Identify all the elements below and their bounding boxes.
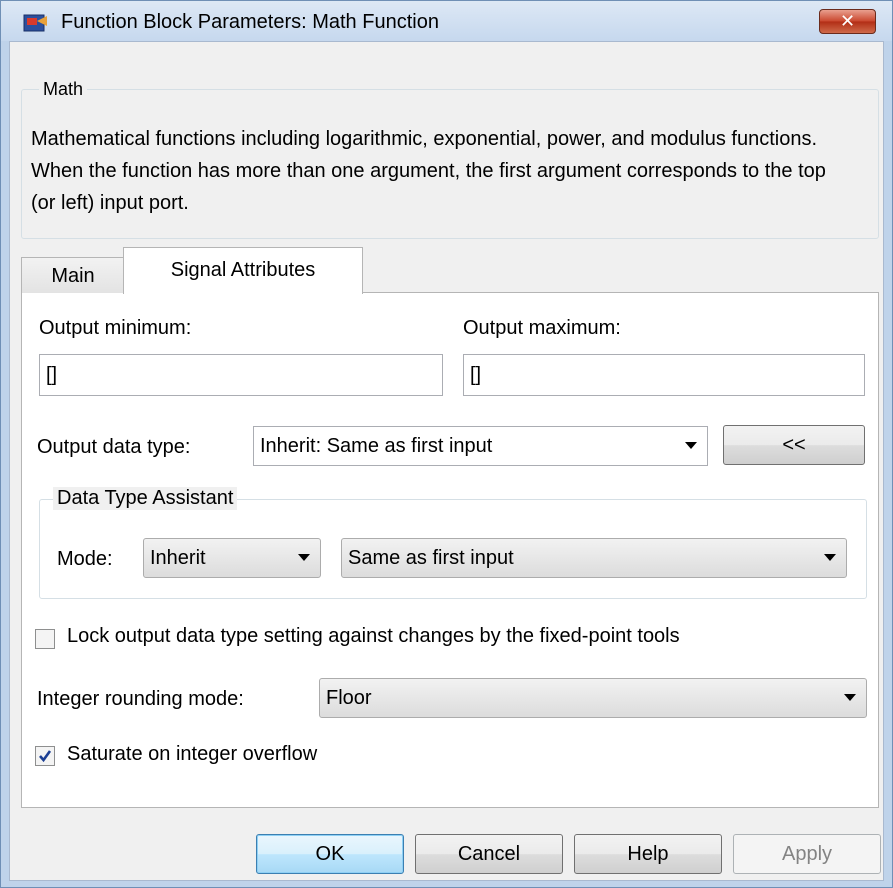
output-minimum-input[interactable] bbox=[39, 354, 443, 396]
output-maximum-input[interactable] bbox=[463, 354, 865, 396]
chevron-down-icon bbox=[824, 554, 836, 561]
dialog-window: Function Block Parameters: Math Function… bbox=[0, 0, 893, 888]
tab-signal-attributes[interactable]: Signal Attributes bbox=[123, 247, 363, 294]
saturate-overflow-checkbox[interactable] bbox=[35, 746, 55, 766]
mode-select[interactable]: Inherit bbox=[143, 538, 321, 578]
integer-rounding-mode-value: Floor bbox=[326, 687, 372, 709]
close-icon: ✕ bbox=[839, 11, 856, 31]
output-maximum-label: Output maximum: bbox=[463, 317, 621, 339]
cancel-button[interactable]: Cancel bbox=[415, 834, 563, 874]
inherit-rule-value: Same as first input bbox=[348, 547, 514, 569]
mode-label: Mode: bbox=[57, 548, 113, 570]
output-minimum-label: Output minimum: bbox=[39, 317, 192, 339]
integer-rounding-mode-select[interactable]: Floor bbox=[319, 678, 867, 718]
simulink-block-icon bbox=[23, 13, 49, 35]
chevron-down-icon bbox=[685, 442, 697, 449]
output-data-type-label: Output data type: bbox=[37, 436, 191, 458]
check-icon bbox=[39, 750, 52, 763]
ok-button[interactable]: OK bbox=[256, 834, 404, 874]
inherit-rule-select[interactable]: Same as first input bbox=[341, 538, 847, 578]
title-bar[interactable]: Function Block Parameters: Math Function… bbox=[1, 1, 892, 41]
data-type-assistant-toggle-button[interactable]: << bbox=[723, 425, 865, 465]
close-button[interactable]: ✕ bbox=[819, 9, 876, 34]
mode-value: Inherit bbox=[150, 547, 206, 569]
window-title: Function Block Parameters: Math Function bbox=[61, 11, 439, 33]
data-type-assistant-title: Data Type Assistant bbox=[53, 487, 238, 510]
lock-data-type-checkbox[interactable] bbox=[35, 629, 55, 649]
help-button[interactable]: Help bbox=[574, 834, 722, 874]
lock-data-type-label: Lock output data type setting against ch… bbox=[67, 625, 680, 647]
tab-main[interactable]: Main bbox=[21, 257, 125, 293]
integer-rounding-mode-label: Integer rounding mode: bbox=[37, 688, 244, 710]
output-data-type-select[interactable]: Inherit: Same as first input bbox=[253, 426, 708, 466]
saturate-overflow-label: Saturate on integer overflow bbox=[67, 743, 318, 765]
math-group-title: Math bbox=[39, 79, 88, 100]
output-data-type-value: Inherit: Same as first input bbox=[260, 435, 493, 457]
apply-button[interactable]: Apply bbox=[733, 834, 881, 874]
chevron-down-icon bbox=[844, 694, 856, 701]
block-description: Mathematical functions including logarit… bbox=[31, 128, 826, 214]
chevron-down-icon bbox=[298, 554, 310, 561]
tab-main-label: Main bbox=[51, 265, 95, 287]
tab-signal-attributes-label: Signal Attributes bbox=[170, 259, 316, 281]
